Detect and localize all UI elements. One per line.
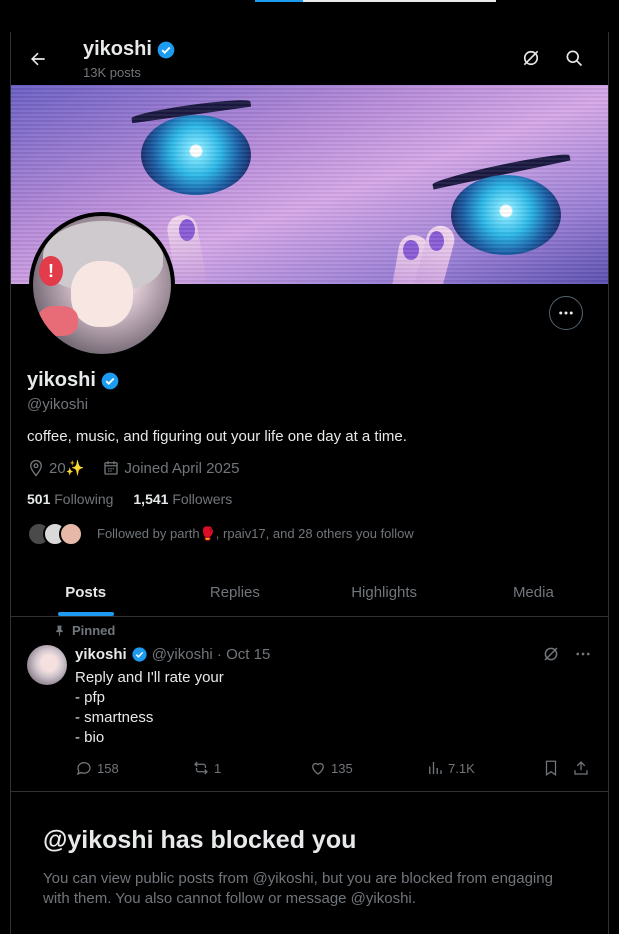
back-button[interactable] [23, 44, 53, 74]
verified-badge-icon[interactable] [100, 371, 120, 391]
post-header: yikoshi @yikoshi · Oct 15 [75, 646, 270, 663]
profile-tabs: Posts Replies Highlights Media [11, 568, 608, 617]
views-button[interactable]: 7.1K [426, 759, 542, 777]
like-count: 135 [331, 760, 353, 776]
calendar-icon [104, 461, 119, 475]
followers-link[interactable]: 1,541 Followers [133, 491, 232, 507]
location-icon [30, 459, 42, 477]
like-button[interactable]: 135 [309, 759, 426, 777]
tab-replies[interactable]: Replies [160, 568, 309, 616]
profile-header: yikoshi 13K posts [11, 32, 608, 85]
header-posts-count: 13K posts [83, 65, 141, 80]
location-item: 20✨ [27, 459, 84, 477]
repost-icon [194, 761, 208, 775]
grok-icon[interactable] [542, 645, 560, 663]
joined-item: Joined April 2025 [102, 459, 239, 477]
post-author-name[interactable]: yikoshi [75, 646, 127, 663]
repost-count: 1 [214, 760, 222, 776]
pinned-label: Pinned [53, 623, 115, 638]
post-end-actions [542, 759, 590, 777]
location-text: 20✨ [49, 460, 85, 477]
more-icon[interactable] [574, 645, 592, 663]
following-link[interactable]: 501 Following [27, 491, 113, 507]
like-icon [312, 762, 324, 775]
follow-stats: 501 Following 1,541 Followers [27, 491, 232, 507]
profile-handle: @yikoshi [27, 396, 89, 413]
pin-icon [56, 625, 63, 636]
tab-highlights[interactable]: Highlights [310, 568, 459, 616]
profile-avatar[interactable]: ! [29, 212, 175, 358]
profile-meta: 20✨ Joined April 2025 [27, 459, 239, 477]
header-title: yikoshi [83, 38, 176, 61]
tab-posts[interactable]: Posts [11, 568, 160, 616]
followers-label: Followers [172, 491, 233, 507]
blocked-title: @yikoshi has blocked you [43, 826, 357, 854]
more-icon [559, 311, 573, 315]
blocked-notice: @yikoshi has blocked you You can view pu… [43, 826, 583, 909]
repost-button[interactable]: 1 [192, 759, 309, 777]
back-arrow-icon [31, 52, 45, 66]
profile-column: yikoshi 13K posts ! yikoshi @yikoshi cof… [10, 32, 609, 934]
verified-badge-icon [157, 41, 175, 58]
share-icon[interactable] [572, 759, 590, 777]
mini-avatar [59, 522, 83, 546]
profile-display-name: yikoshi [27, 369, 120, 392]
post-actions: 158 1 135 7.1K [75, 759, 592, 777]
followed-by-avatars [27, 522, 83, 546]
followers-count: 1,541 [133, 491, 169, 507]
followed-by-text: Followed by parth🥊, rpaiv17, and 28 othe… [97, 526, 414, 541]
verified-badge-icon [132, 647, 147, 662]
post-line: Reply and I'll rate your [75, 669, 224, 686]
browser-tab-indicator [255, 0, 496, 2]
joined-text: Joined April 2025 [124, 459, 240, 477]
post-top-actions [542, 645, 592, 663]
following-label: Following [54, 491, 114, 507]
blocked-message: You can view public posts from @yikoshi,… [43, 870, 553, 907]
profile-bio: coffee, music, and figuring out your lif… [27, 428, 407, 445]
more-options-button[interactable] [549, 296, 583, 330]
reply-button[interactable]: 158 [75, 759, 192, 777]
bookmark-icon[interactable] [542, 759, 560, 777]
display-name-text: yikoshi [27, 369, 96, 391]
grok-button[interactable] [519, 46, 543, 70]
post-line: - bio [75, 729, 105, 746]
pinned-text: Pinned [72, 623, 116, 638]
post-body: Reply and I'll rate your - pfp - smartne… [75, 668, 224, 748]
post-line: - smartness [75, 709, 154, 726]
header-display-name: yikoshi [83, 38, 152, 60]
post-author-avatar[interactable] [27, 645, 67, 685]
following-count: 501 [27, 491, 51, 507]
post-line: - pfp [75, 689, 106, 706]
followed-by[interactable]: Followed by parth🥊, rpaiv17, and 28 othe… [27, 522, 414, 546]
views-icon [429, 762, 442, 774]
reply-icon [77, 762, 91, 776]
grok-icon [523, 50, 539, 66]
post-handle-date[interactable]: @yikoshi · Oct 15 [152, 646, 271, 663]
pinned-post[interactable]: Pinned yikoshi @yikoshi · Oct 15 Reply a… [11, 617, 608, 792]
search-icon [566, 50, 583, 67]
tab-media[interactable]: Media [459, 568, 608, 616]
reply-count: 158 [97, 760, 119, 776]
search-button[interactable] [562, 46, 586, 70]
views-count: 7.1K [448, 760, 475, 776]
